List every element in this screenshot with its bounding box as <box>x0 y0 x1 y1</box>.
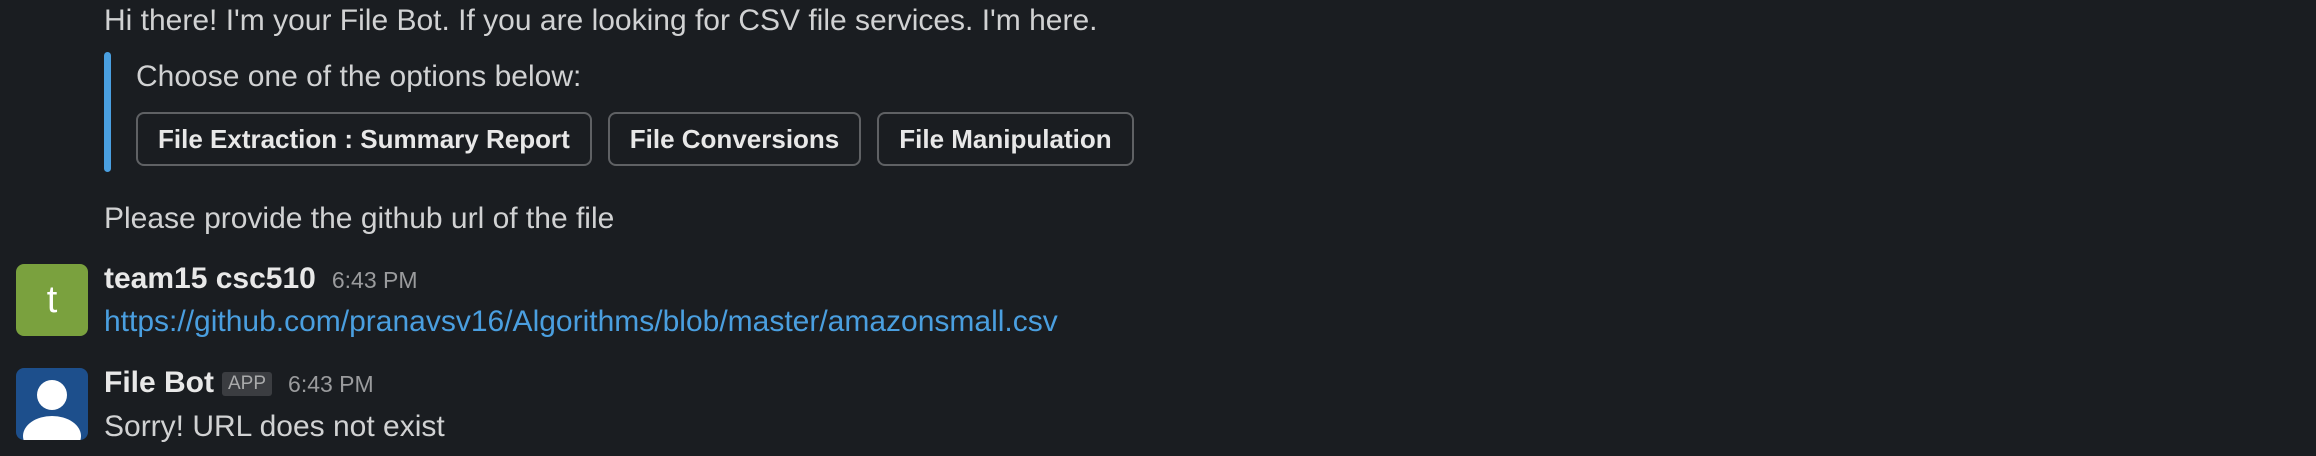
file-extraction-button[interactable]: File Extraction : Summary Report <box>136 112 592 166</box>
github-url-link[interactable]: https://github.com/pranavsv16/Algorithms… <box>104 305 1058 339</box>
message-timestamp[interactable]: 6:43 PM <box>332 267 418 294</box>
file-conversions-button[interactable]: File Conversions <box>607 112 862 166</box>
options-attachment: Choose one of the options below: File Ex… <box>104 52 1204 172</box>
sender-name[interactable]: File Bot <box>104 366 214 400</box>
file-manipulation-button[interactable]: File Manipulation <box>877 112 1134 166</box>
avatar[interactable]: t <box>16 264 88 336</box>
message-timestamp[interactable]: 6:43 PM <box>288 371 374 398</box>
bot-avatar[interactable] <box>16 368 88 440</box>
user-silhouette-icon <box>23 380 81 440</box>
bot-error-text: Sorry! URL does not exist <box>104 410 445 443</box>
bot-intro-text: Hi there! I'm your File Bot. If you are … <box>104 4 1098 37</box>
message-pane: Hi there! I'm your File Bot. If you are … <box>0 0 2316 456</box>
attachment-prompt: Choose one of the options below: <box>136 60 582 93</box>
option-button-row: File Extraction : Summary Report File Co… <box>136 112 1134 166</box>
user-message-header: team15 csc510 6:43 PM <box>104 262 418 296</box>
sender-name[interactable]: team15 csc510 <box>104 262 316 296</box>
url-request-text: Please provide the github url of the fil… <box>104 202 615 235</box>
attachment-accent-bar <box>104 52 111 172</box>
app-badge: APP <box>222 372 273 396</box>
bot-message-header: File Bot APP 6:43 PM <box>104 366 374 400</box>
